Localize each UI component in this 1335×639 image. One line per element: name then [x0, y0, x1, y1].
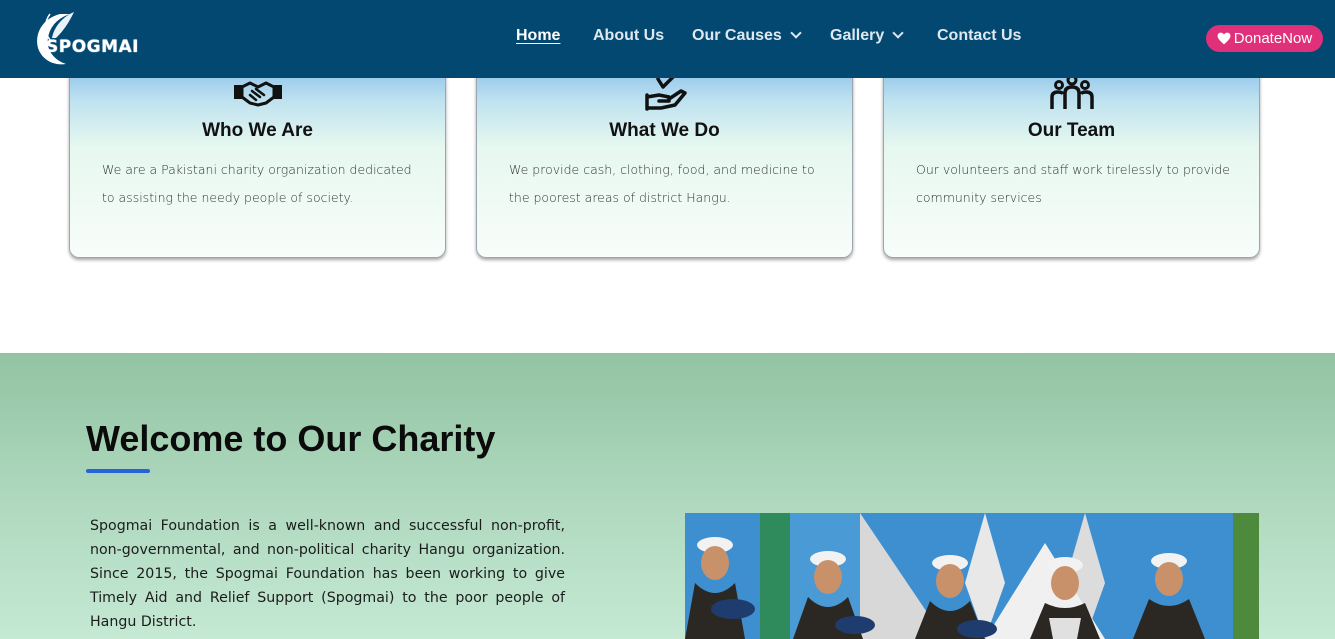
nav-gallery[interactable]: Gallery: [830, 27, 904, 45]
welcome-section: Welcome to Our Charity Spogmai Foundatio…: [0, 353, 1335, 639]
nav-home[interactable]: Home: [516, 27, 560, 45]
card-title: What We Do: [609, 120, 720, 141]
chevron-down-icon: [790, 27, 802, 39]
nav-about-us[interactable]: About Us: [593, 27, 664, 45]
navbar: SPOGMAI Home About Us Our Causes Gallery…: [0, 0, 1335, 78]
welcome-title: Welcome to Our Charity: [86, 418, 496, 459]
donate-button[interactable]: DonateNow: [1206, 25, 1323, 52]
chevron-down-icon: [892, 27, 904, 39]
handshake-icon: [232, 75, 284, 111]
nav-contact-us[interactable]: Contact Us: [937, 27, 1021, 45]
card-title: Who We Are: [202, 120, 313, 141]
card-what-we-do: What We Do We provide cash, clothing, fo…: [476, 56, 853, 258]
team-icon: [1046, 74, 1098, 111]
main-nav: Home About Us Our Causes Gallery Contact…: [0, 0, 1335, 78]
card-title: Our Team: [1027, 120, 1116, 141]
heart-icon: [1217, 32, 1231, 45]
card-text: We are a Pakistani charity organization …: [102, 162, 412, 205]
card-who-we-are: Who We Are We are a Pakistani charity or…: [69, 56, 446, 258]
donate-label: DonateNow: [1233, 30, 1313, 47]
giving-hand-icon: [639, 73, 691, 111]
card-text: We provide cash, clothing, food, and med…: [509, 162, 815, 205]
title-underline: [86, 469, 150, 473]
card-text: Our volunteers and staff work tirelessly…: [916, 162, 1230, 205]
nav-our-causes[interactable]: Our Causes: [692, 27, 802, 45]
card-our-team: Our Team Our volunteers and staff work t…: [883, 56, 1260, 258]
volunteers-photo: [685, 513, 1259, 639]
nav-our-causes-label: Our Causes: [692, 27, 782, 44]
nav-gallery-label: Gallery: [830, 27, 885, 44]
welcome-text: Spogmai Foundation is a well-known and s…: [90, 518, 565, 630]
